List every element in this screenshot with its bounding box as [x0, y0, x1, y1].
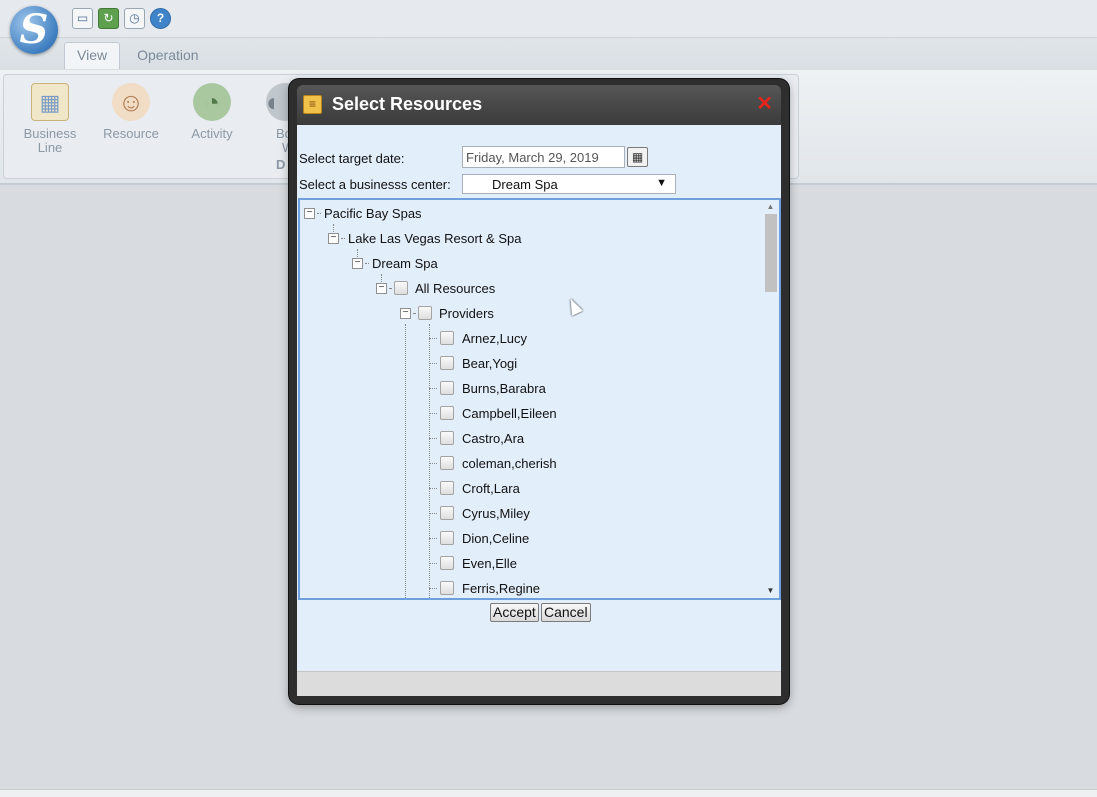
business-line-label-1: Business	[23, 126, 77, 141]
provider-name: Even,Elle	[462, 555, 517, 571]
status-strip	[0, 789, 1097, 797]
business-center-label: Select a businesss center:	[299, 176, 451, 192]
provider-name: Campbell,Eileen	[462, 405, 557, 421]
resource-icon: ☺	[112, 83, 150, 121]
tree-label: All Resources	[415, 280, 496, 296]
tree-leaf-provider[interactable]: Castro,Ara	[429, 428, 524, 448]
scroll-down-icon[interactable]: ▼	[762, 584, 779, 598]
provider-name: Bear,Yogi	[462, 355, 518, 371]
tree-leaf-provider[interactable]: Croft,Lara	[429, 478, 520, 498]
target-date-row: Select target date:	[299, 147, 405, 169]
tree-node-providers[interactable]: − Providers	[400, 303, 494, 323]
provider-name: Arnez,Lucy	[462, 330, 528, 346]
calendar-icon[interactable]: ▦	[627, 147, 648, 167]
scroll-up-icon[interactable]: ▲	[762, 200, 779, 214]
provider-name: coleman,cherish	[462, 455, 557, 471]
scroll-thumb[interactable]	[765, 214, 777, 292]
checkbox[interactable]	[440, 331, 454, 345]
business-line-button[interactable]: ▦ Business Line	[15, 83, 85, 155]
cancel-button[interactable]: Cancel	[541, 603, 591, 622]
help-icon[interactable]: ?	[150, 8, 171, 29]
collapse-icon[interactable]: −	[376, 282, 387, 294]
target-date-input[interactable]	[462, 146, 625, 168]
target-date-label: Select target date:	[299, 150, 405, 166]
tree-node-resort[interactable]: − Lake Las Vegas Resort & Spa	[328, 228, 521, 248]
collapse-icon[interactable]: −	[328, 232, 339, 244]
business-line-label-2: Line	[37, 140, 63, 155]
ribbon-tabs: View Operation	[64, 42, 212, 69]
business-center-row: Select a businesss center:	[299, 173, 451, 195]
checkbox[interactable]	[440, 481, 454, 495]
provider-name: Castro,Ara	[462, 430, 525, 446]
tree-label: Dream Spa	[372, 255, 438, 271]
activity-icon: ◔	[193, 83, 231, 121]
tree-node-root[interactable]: − Pacific Bay Spas	[304, 203, 422, 223]
tree-leaf-provider[interactable]: Cyrus,Miley	[429, 503, 530, 523]
tab-view[interactable]: View	[64, 42, 121, 69]
tree-leaf-provider[interactable]: Campbell,Eileen	[429, 403, 557, 423]
checkbox[interactable]	[440, 406, 454, 420]
provider-name: Cyrus,Miley	[462, 505, 530, 521]
app-header: S ▭ ↻ ◷ ? View Operation	[0, 0, 1097, 70]
collapse-icon[interactable]: −	[352, 257, 363, 269]
checkbox[interactable]	[440, 381, 454, 395]
provider-name: Ferris,Regine	[462, 580, 541, 596]
checkbox[interactable]	[440, 506, 454, 520]
tree-scrollbar[interactable]: ▲ ▼	[762, 200, 779, 598]
activity-button[interactable]: ◔ Activity	[177, 83, 247, 141]
quick-icons: ▭ ↻ ◷ ?	[72, 8, 171, 29]
tree-label: Lake Las Vegas Resort & Spa	[348, 230, 522, 246]
dialog-footer	[297, 671, 781, 696]
select-resources-dialog: ≡ Select Resources ✕ Select target date:…	[289, 79, 789, 704]
tab-operation[interactable]: Operation	[124, 42, 211, 69]
activity-label: Activity	[191, 126, 233, 141]
dialog-body: Select target date: ▦ Select a businesss…	[297, 125, 781, 671]
provider-name: Dion,Celine	[462, 530, 530, 546]
business-center-select[interactable]: Dream Spa ▼	[462, 174, 676, 194]
chevron-down-icon: ▼	[656, 177, 667, 189]
resource-button[interactable]: ☺ Resource	[96, 83, 166, 141]
close-icon[interactable]: ✕	[756, 94, 773, 114]
tree-node-center[interactable]: − Dream Spa	[352, 253, 438, 273]
tree-leaf-provider[interactable]: Arnez,Lucy	[429, 328, 527, 348]
tree-node-all-resources[interactable]: − All Resources	[376, 278, 495, 298]
checkbox[interactable]	[440, 356, 454, 370]
collapse-icon[interactable]: −	[304, 207, 315, 219]
business-line-icon: ▦	[31, 83, 69, 121]
checkbox[interactable]	[440, 531, 454, 545]
collapse-icon[interactable]: −	[400, 307, 411, 319]
dialog-list-icon: ≡	[303, 95, 322, 114]
resource-tree[interactable]: − Pacific Bay Spas − Lake Las Vegas Reso…	[298, 198, 781, 600]
provider-name: Croft,Lara	[462, 480, 520, 496]
refresh-icon[interactable]: ↻	[98, 8, 119, 29]
resource-label: Resource	[103, 126, 159, 141]
checkbox[interactable]	[394, 281, 408, 295]
checkbox[interactable]	[440, 581, 454, 595]
tree-leaf-provider[interactable]: Dion,Celine	[429, 528, 529, 548]
tree-leaf-provider[interactable]: Even,Elle	[429, 553, 517, 573]
tree-leaf-provider[interactable]: Burns,Barabra	[429, 378, 546, 398]
checkbox[interactable]	[440, 431, 454, 445]
tree-leaf-provider[interactable]: Bear,Yogi	[429, 353, 517, 373]
app-logo[interactable]: S	[10, 6, 58, 54]
window-icon[interactable]: ▭	[72, 8, 93, 29]
accept-button[interactable]: Accept	[490, 603, 539, 622]
tree-label: Providers	[439, 305, 494, 321]
tree-label: Pacific Bay Spas	[324, 205, 422, 221]
checkbox[interactable]	[440, 556, 454, 570]
business-center-value: Dream Spa	[492, 177, 558, 192]
provider-name: Burns,Barabra	[462, 380, 546, 396]
dialog-titlebar[interactable]: ≡ Select Resources ✕	[297, 85, 781, 125]
tree-leaf-provider[interactable]: Ferris,Regine	[429, 578, 540, 598]
tree-leaf-provider[interactable]: coleman,cherish	[429, 453, 557, 473]
checkbox[interactable]	[418, 306, 432, 320]
dialog-title: Select Resources	[332, 94, 483, 114]
checkbox[interactable]	[440, 456, 454, 470]
clock-icon[interactable]: ◷	[124, 8, 145, 29]
